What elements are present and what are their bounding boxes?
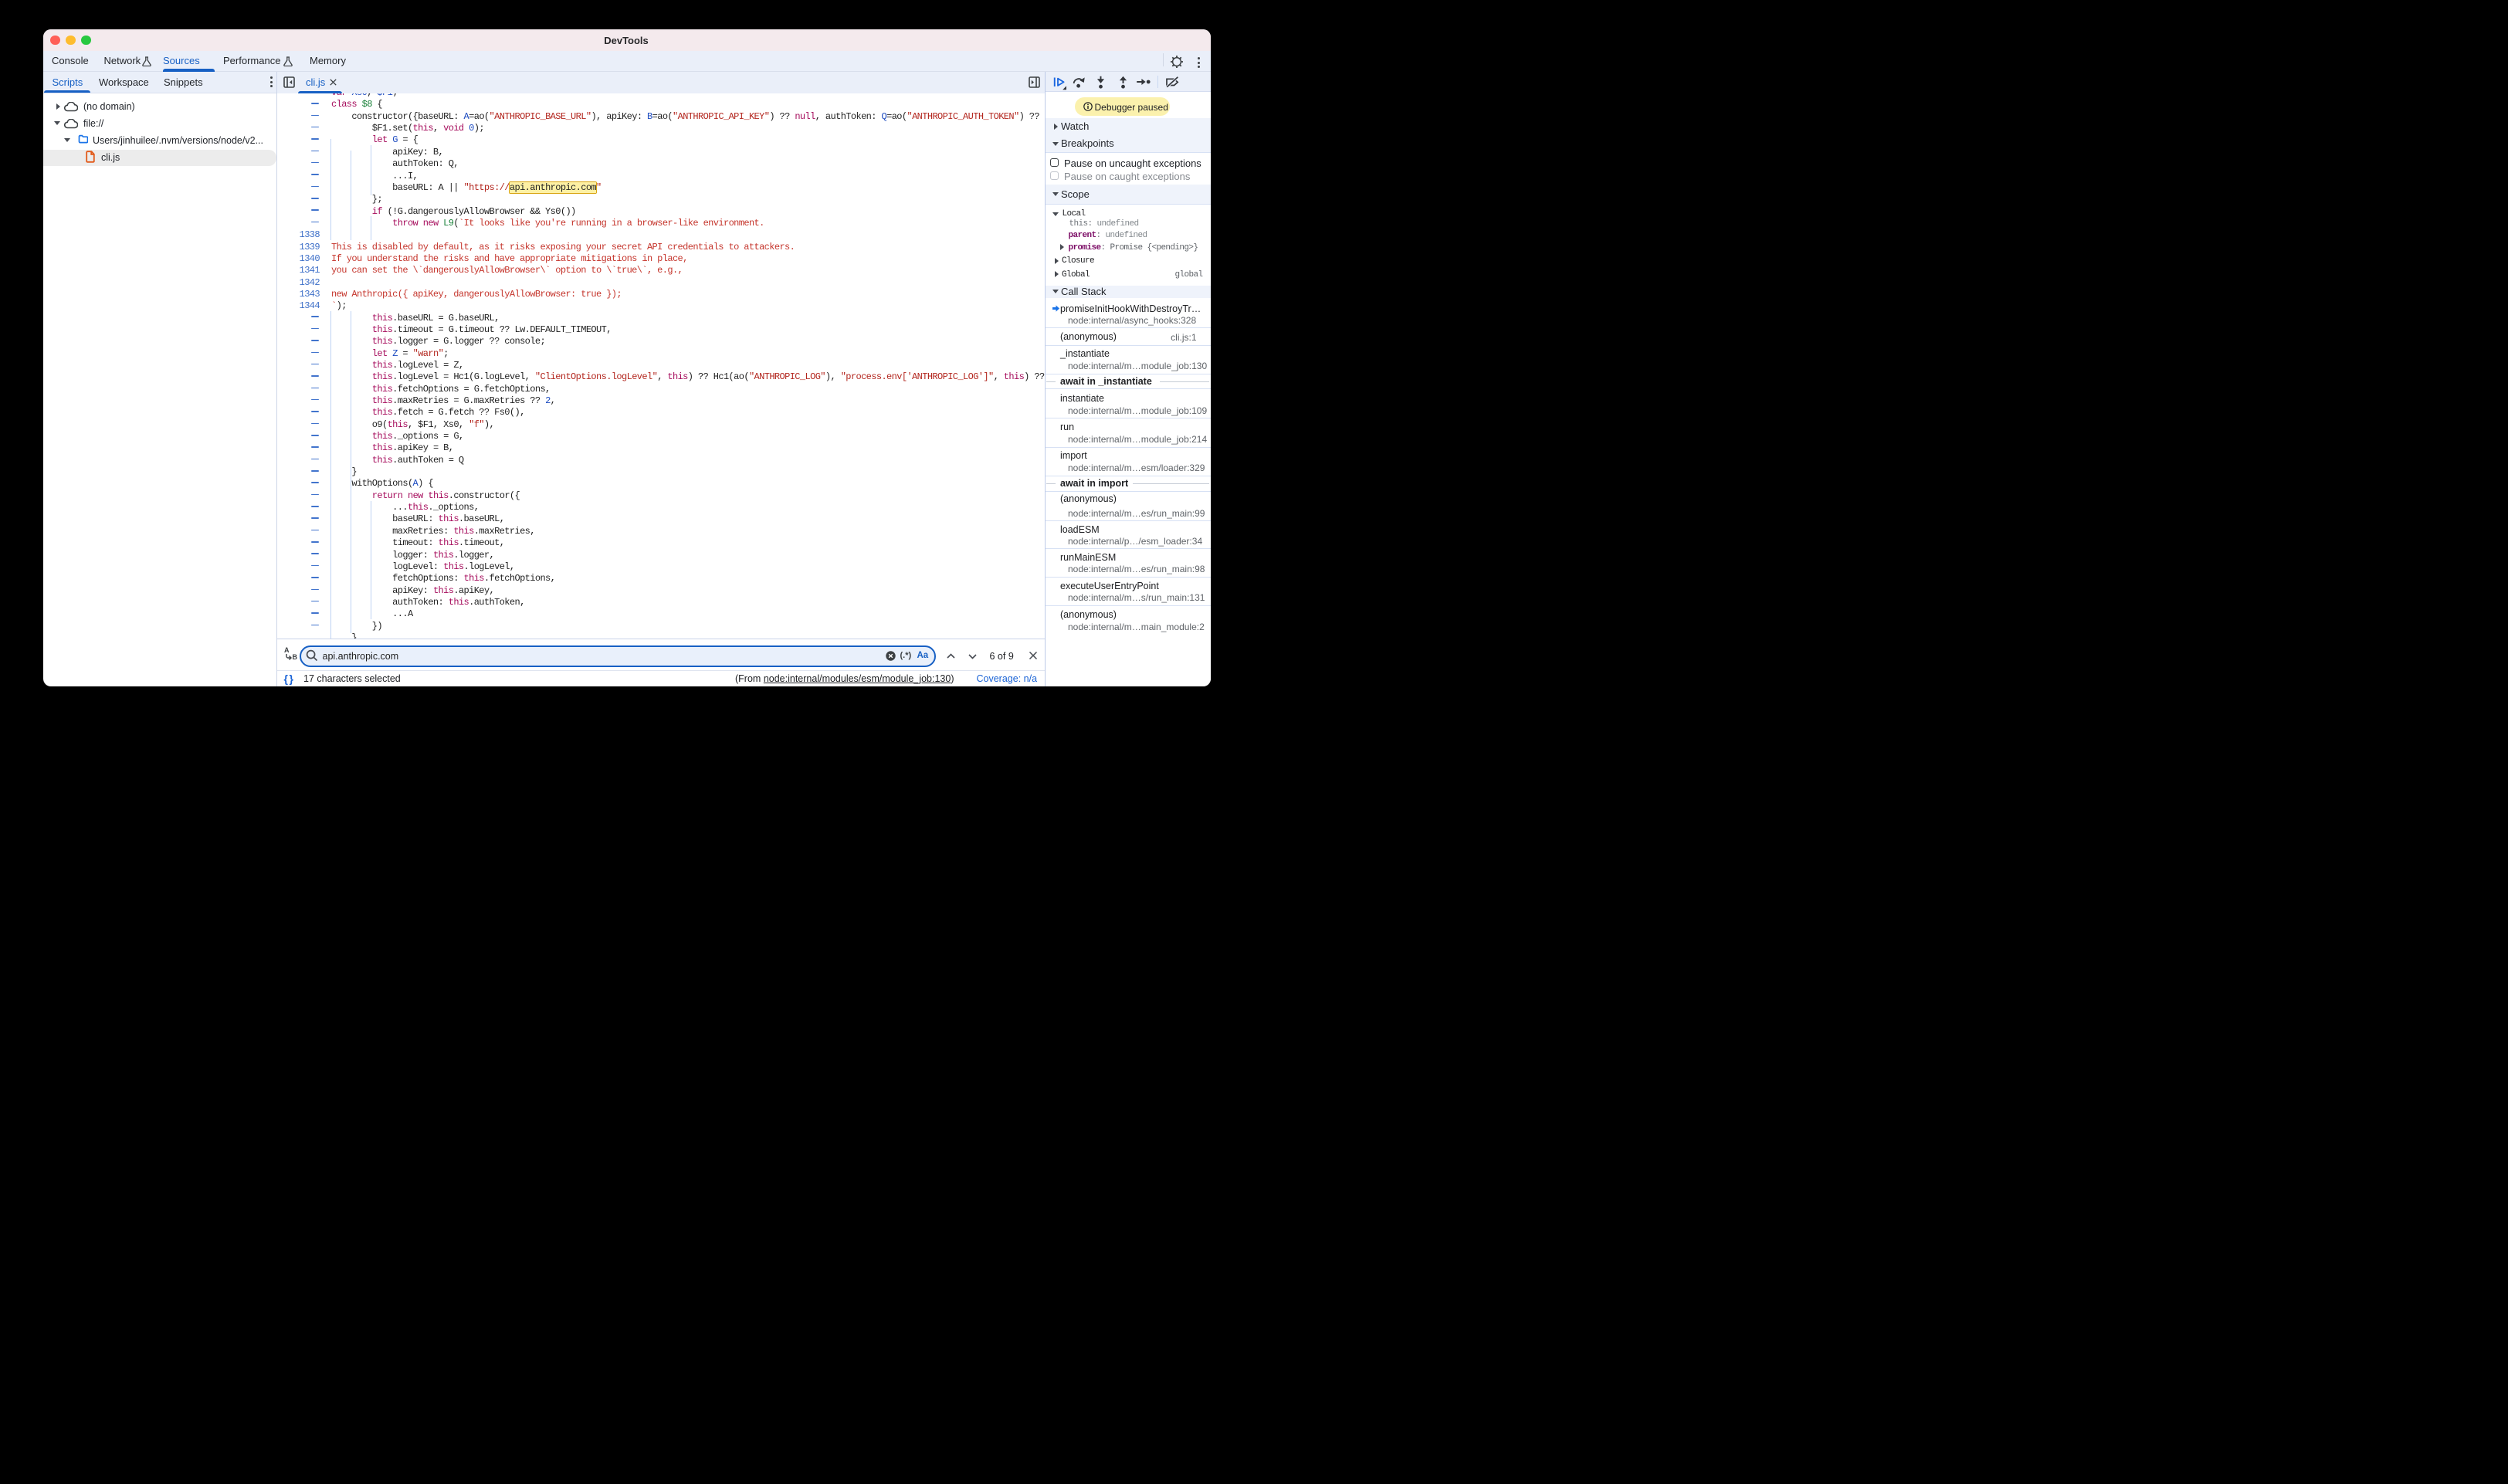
svg-text:B: B: [292, 653, 297, 661]
svg-text:A: A: [284, 646, 290, 654]
